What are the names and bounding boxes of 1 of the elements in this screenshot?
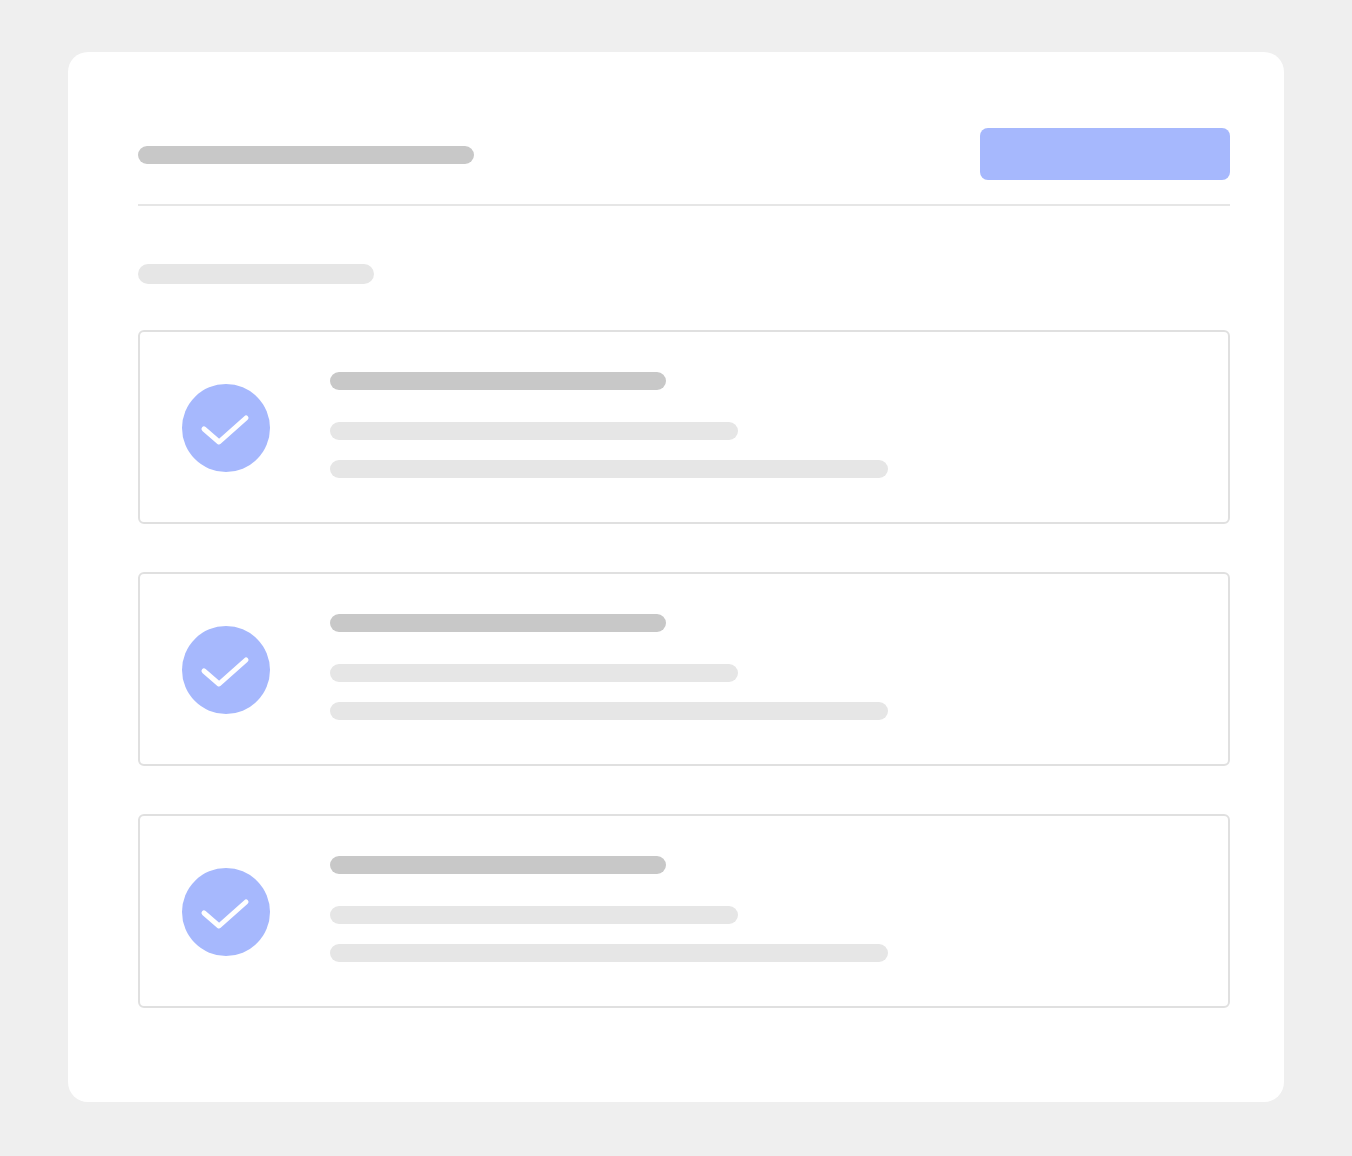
action-button[interactable]	[980, 128, 1230, 180]
